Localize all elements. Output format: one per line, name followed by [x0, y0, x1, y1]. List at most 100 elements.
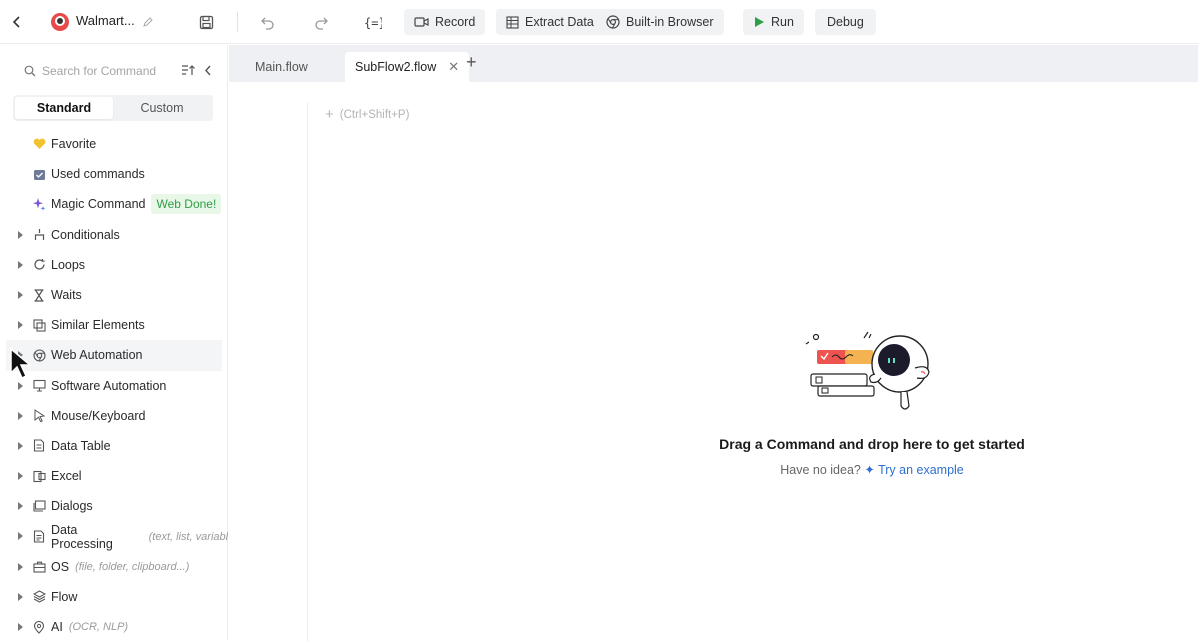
expand-caret-icon[interactable] — [18, 411, 23, 420]
sidebar-item-label: Mouse/Keyboard — [51, 408, 146, 423]
sidebar-item-hint: (OCR, NLP) — [68, 621, 129, 634]
sidebar-item-excel[interactable]: Excel — [0, 461, 228, 491]
svg-text:{=}: {=} — [364, 16, 382, 30]
edit-icon[interactable] — [137, 11, 159, 33]
tab-subflow2[interactable]: SubFlow2.flow ✕ — [345, 52, 470, 82]
heart-icon — [32, 137, 46, 151]
undo-icon[interactable] — [256, 11, 278, 33]
built-in-browser-button[interactable]: Built-in Browser — [596, 9, 724, 35]
sidebar-item-label: Software Automation — [51, 378, 167, 393]
sidebar-item-magic-command[interactable]: Magic Command Web Done! — [0, 189, 228, 219]
add-command-hint[interactable]: + (Ctrl+Shift+P) — [325, 106, 409, 123]
record-button[interactable]: Record — [404, 9, 486, 35]
add-tab-icon[interactable]: + — [466, 52, 477, 73]
sidebar-item-web-automation[interactable]: Web Automation — [6, 340, 222, 371]
extract-data-button[interactable]: Extract Data — [496, 9, 604, 35]
chrome-icon — [32, 348, 46, 362]
sidebar-item-similar-elements[interactable]: Similar Elements — [0, 310, 228, 340]
debug-label: Debug — [827, 15, 864, 29]
sidebar-item-hint: (text, list, variabl — [148, 530, 228, 543]
empty-state-question: Have no idea? — [780, 463, 861, 477]
command-type-switch: Standard Custom — [13, 95, 213, 121]
sidebar-item-os[interactable]: OS (file, folder, clipboard...) — [0, 552, 228, 582]
pin-icon — [32, 620, 46, 634]
redo-icon[interactable] — [310, 11, 332, 33]
chrome-icon — [606, 15, 620, 29]
extract-data-label: Extract Data — [525, 15, 594, 29]
back-icon[interactable] — [6, 11, 28, 33]
app-title: Walmart... — [76, 13, 135, 28]
flow-tab-bar: Main.flow SubFlow2.flow ✕ + — [229, 45, 1198, 82]
calendar-icon — [32, 167, 46, 181]
monitor-icon — [32, 379, 46, 393]
sidebar-item-label: Favorite — [51, 137, 97, 152]
similar-icon — [32, 318, 46, 332]
layers-icon — [32, 590, 46, 604]
sparkle-icon: ✦ — [864, 463, 875, 477]
expand-caret-icon[interactable] — [18, 230, 23, 239]
sidebar-item-ai[interactable]: AI (OCR, NLP) — [0, 612, 228, 642]
search-input[interactable] — [24, 59, 174, 83]
search-row — [12, 59, 216, 83]
sidebar-item-conditionals[interactable]: Conditionals — [0, 220, 228, 250]
sidebar-item-dialogs[interactable]: Dialogs — [0, 491, 228, 521]
sidebar-item-loops[interactable]: Loops — [0, 250, 228, 280]
loop-icon — [32, 258, 46, 272]
tab-custom[interactable]: Custom — [113, 97, 211, 119]
briefcase-icon — [32, 560, 46, 574]
sidebar-item-favorite[interactable]: Favorite — [0, 129, 228, 159]
sidebar-item-label: Used commands — [51, 167, 145, 182]
expand-caret-icon[interactable] — [18, 502, 23, 511]
expand-caret-icon[interactable] — [18, 592, 23, 601]
expand-caret-icon[interactable] — [18, 441, 23, 450]
sidebar-item-mouse-keyboard[interactable]: Mouse/Keyboard — [0, 401, 228, 431]
excel-icon — [32, 469, 46, 483]
sidebar-item-software-automation[interactable]: Software Automation — [0, 371, 228, 401]
expand-caret-icon[interactable] — [18, 562, 23, 571]
sidebar-item-label: Data Table — [51, 438, 111, 453]
expand-caret-icon[interactable] — [18, 321, 23, 330]
sidebar-item-flow[interactable]: Flow — [0, 582, 228, 612]
expand-caret-icon[interactable] — [18, 623, 23, 631]
run-button[interactable]: Run — [743, 9, 804, 35]
sidebar-item-waits[interactable]: Waits — [0, 280, 228, 310]
empty-state-subtitle: Have no idea? ✦ Try an example — [649, 462, 1095, 477]
expand-caret-icon[interactable] — [18, 472, 23, 481]
top-toolbar: Walmart... {=} Record Extract Data Built… — [0, 0, 1198, 44]
expand-caret-icon[interactable] — [18, 290, 23, 299]
try-example-link[interactable]: ✦ Try an example — [864, 463, 963, 477]
mouse-cursor-icon — [10, 347, 33, 380]
toolbar-divider — [237, 12, 238, 32]
sidebar-item-data-table[interactable]: Data Table — [0, 431, 228, 461]
save-icon[interactable] — [195, 11, 217, 33]
expand-caret-icon[interactable] — [18, 381, 23, 390]
close-icon[interactable]: ✕ — [448, 59, 459, 75]
table-icon — [32, 439, 46, 453]
sort-icon[interactable] — [181, 64, 195, 77]
variables-icon[interactable]: {=} — [362, 11, 384, 33]
line-gutter — [307, 102, 308, 642]
hourglass-icon — [32, 288, 46, 302]
tab-main-flow[interactable]: Main.flow — [255, 52, 308, 82]
sparkle-icon — [32, 197, 46, 212]
run-label: Run — [771, 15, 794, 29]
sidebar-item-used-commands[interactable]: Used commands — [0, 159, 228, 189]
command-sidebar: Standard Custom Favorite Used commands M… — [0, 45, 228, 640]
expand-caret-icon[interactable] — [18, 532, 23, 541]
empty-state-title: Drag a Command and drop here to get star… — [719, 436, 1025, 452]
sidebar-item-label: Conditionals — [51, 227, 120, 242]
tab-standard[interactable]: Standard — [15, 97, 113, 119]
expand-caret-icon[interactable] — [18, 260, 23, 269]
sidebar-item-data-processing[interactable]: Data Processing (text, list, variabl — [0, 521, 228, 551]
sidebar-item-label: AI — [51, 620, 63, 635]
dialog-icon — [32, 499, 46, 513]
debug-button[interactable]: Debug — [815, 9, 876, 35]
sidebar-item-label: Data Processing — [50, 522, 113, 551]
camera-icon — [414, 17, 429, 27]
sidebar-item-label: Excel — [51, 469, 82, 484]
branch-icon — [32, 228, 46, 242]
collapse-sidebar-icon[interactable] — [203, 64, 213, 77]
flow-canvas[interactable]: + (Ctrl+Shift+P) Drag a Command and drop… — [229, 82, 1198, 642]
command-list: Favorite Used commands Magic Command Web… — [0, 129, 228, 642]
table-icon — [506, 15, 519, 29]
